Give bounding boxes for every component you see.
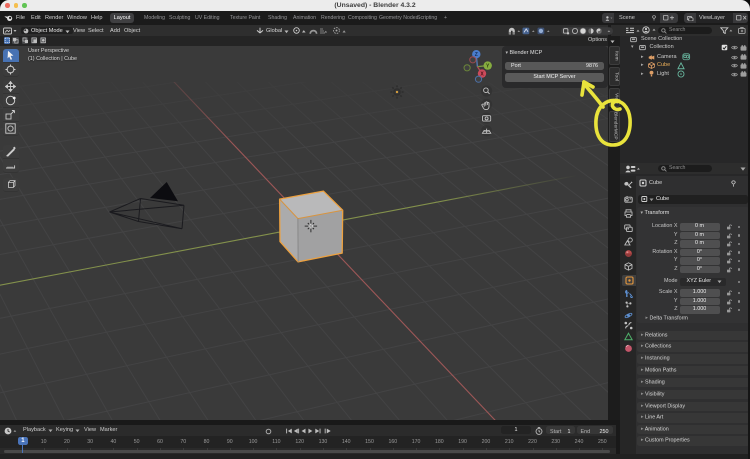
svg-text:Z: Z [475,52,478,58]
